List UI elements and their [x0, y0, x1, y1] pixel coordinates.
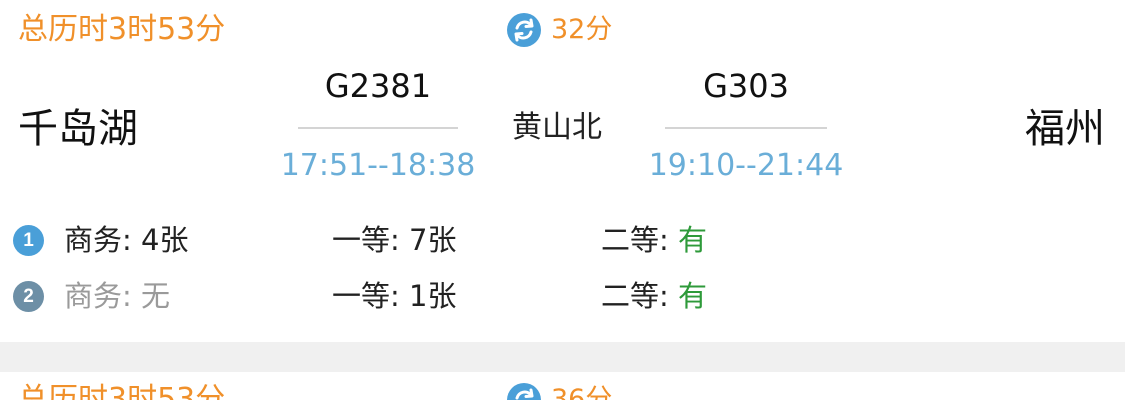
seat-label: 一等: [332, 223, 409, 257]
leg1-seat-availability: 1 商务: 4张 一等: 7张 二等: 有 [0, 218, 1125, 262]
origin-station: 千岛湖 [18, 106, 138, 152]
first-class-seats: 一等: 7张 [332, 218, 456, 262]
leg1-times: 17:51--18:38 [280, 148, 476, 183]
leg2-times: 19:10--21:44 [648, 148, 844, 183]
seat-label: 二等: [601, 223, 678, 257]
total-duration: 总历时3时53分 [18, 12, 226, 47]
seat-count: 有 [678, 223, 708, 257]
transfer-icon [507, 383, 541, 400]
leg2-route-line [665, 127, 827, 129]
leg2-train-number: G303 [703, 67, 789, 105]
route-card[interactable]: 总历时3时53分 32分 千岛湖 G2381 17:51--18:38 黄山北 … [0, 0, 1125, 342]
transfer-station: 黄山北 [512, 110, 602, 145]
seat-label: 商务: [64, 223, 141, 257]
leg2-seat-availability: 2 商务: 无 一等: 1张 二等: 有 [0, 274, 1125, 318]
seat-label: 商务: [64, 279, 141, 313]
leg-number-badge: 2 [13, 281, 44, 312]
transfer-wait-time: 32分 [551, 14, 613, 45]
transfer-results-page: 总历时3时53分 32分 千岛湖 G2381 17:51--18:38 黄山北 … [0, 0, 1125, 400]
business-class-seats: 商务: 4张 [64, 218, 188, 262]
total-duration: 总历时3时53分 [18, 382, 226, 400]
seat-count: 1张 [409, 279, 457, 313]
seat-count: 7张 [409, 223, 457, 257]
business-class-seats: 商务: 无 [64, 274, 170, 318]
leg1-train-number: G2381 [324, 67, 432, 105]
seat-count: 有 [678, 279, 708, 313]
seat-count: 4张 [141, 223, 189, 257]
seat-label: 一等: [332, 279, 409, 313]
leg-number-badge: 1 [13, 225, 44, 256]
first-class-seats: 一等: 1张 [332, 274, 456, 318]
seat-count: 无 [141, 279, 171, 313]
destination-station: 福州 [1025, 106, 1105, 152]
second-class-seats: 二等: 有 [601, 274, 707, 318]
next-route-card[interactable]: 总历时3时53分 36分 [0, 372, 1125, 400]
second-class-seats: 二等: 有 [601, 218, 707, 262]
transfer-wait-time: 36分 [551, 384, 613, 400]
leg1-route-line [298, 127, 458, 129]
card-separator [0, 342, 1125, 372]
transfer-icon [507, 13, 541, 47]
seat-label: 二等: [601, 279, 678, 313]
